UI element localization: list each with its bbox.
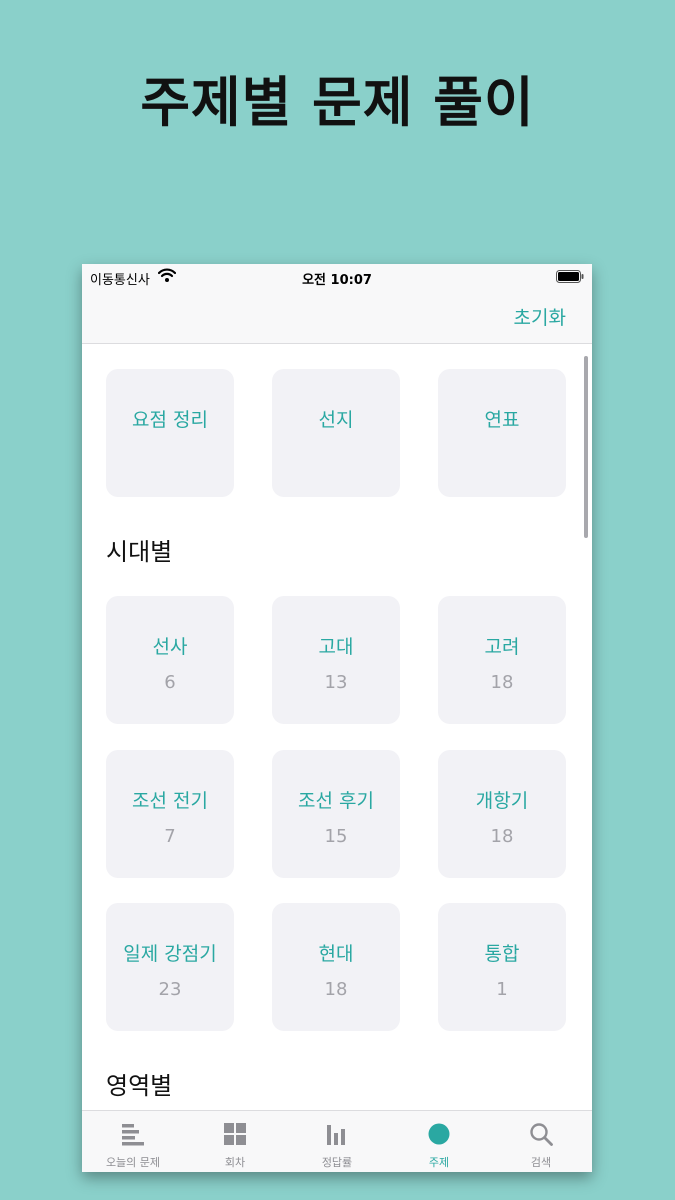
tile-era-integrated[interactable]: 통합 1: [438, 903, 566, 1031]
tile-summary[interactable]: 요점 정리: [106, 369, 234, 497]
magnifier-icon: [530, 1123, 553, 1146]
reset-button[interactable]: 초기화: [514, 303, 566, 330]
tile-label: 고대: [318, 636, 354, 658]
status-bar: 이동통신사 오전 10:07: [82, 264, 592, 290]
tile-label: 조선 후기: [298, 790, 374, 812]
tile-choices[interactable]: 선지: [272, 369, 400, 497]
status-time: 오전 10:07: [302, 273, 372, 288]
tab-bar: 오늘의 문제 회차 정답률 주제 검색: [82, 1110, 592, 1172]
tile-count: 23: [158, 979, 182, 1000]
tab-rounds[interactable]: 회차: [184, 1111, 286, 1172]
tab-today-question[interactable]: 오늘의 문제: [82, 1111, 184, 1172]
promo-title: 주제별 문제 풀이: [140, 71, 535, 134]
tab-accuracy[interactable]: 정답률: [286, 1111, 388, 1172]
phone-screen: 이동통신사 오전 10:07 초기화 요점 정리 선지 연표 시대별 선사 6: [82, 264, 592, 1172]
tile-era-goryeo[interactable]: 고려 18: [438, 596, 566, 724]
scrollbar-thumb[interactable]: [584, 356, 588, 538]
tile-era-colonial[interactable]: 일제 강점기 23: [106, 903, 234, 1031]
bar-chart-icon: [327, 1125, 345, 1145]
section-header-era: 시대별: [106, 538, 173, 566]
tab-search[interactable]: 검색: [490, 1111, 592, 1172]
tile-era-early-joseon[interactable]: 조선 전기 7: [106, 750, 234, 878]
tab-label: 오늘의 문제: [105, 1156, 161, 1169]
tile-label: 선사: [152, 636, 188, 658]
tile-count: 6: [164, 672, 176, 693]
tile-era-ancient[interactable]: 고대 13: [272, 596, 400, 724]
grid-icon: [224, 1123, 246, 1145]
tile-count: 18: [324, 979, 348, 1000]
tab-label: 회차: [224, 1156, 246, 1169]
list-bars-icon: [122, 1124, 144, 1146]
tile-era-opening-ports[interactable]: 개항기 18: [438, 750, 566, 878]
tile-timeline[interactable]: 연표: [438, 369, 566, 497]
topic-scroll-view[interactable]: 요점 정리 선지 연표 시대별 선사 6 고대 13 고려 18 조선 전기 7…: [82, 344, 592, 1110]
tile-label: 조선 전기: [132, 790, 208, 812]
tab-label: 정답률: [321, 1156, 353, 1169]
tile-count: 13: [324, 672, 348, 693]
tile-label: 요점 정리: [132, 409, 208, 431]
tile-count: 7: [164, 826, 176, 847]
tile-count: 15: [324, 826, 348, 847]
tile-label: 고려: [484, 636, 520, 658]
tile-era-prehistoric[interactable]: 선사 6: [106, 596, 234, 724]
battery-icon: [556, 270, 584, 283]
tile-label: 현대: [318, 943, 354, 965]
tile-count: 18: [490, 826, 514, 847]
tile-label: 개항기: [475, 790, 529, 812]
navigation-bar: 초기화: [82, 290, 592, 344]
tile-count: 1: [496, 979, 508, 1000]
tile-label: 통합: [484, 943, 520, 965]
tab-label: 검색: [530, 1156, 552, 1169]
tab-topic[interactable]: 주제: [388, 1111, 490, 1172]
tile-label: 선지: [318, 409, 354, 431]
tab-label: 주제: [428, 1156, 450, 1169]
section-header-field: 영역별: [106, 1072, 173, 1100]
tile-label: 연표: [484, 409, 520, 431]
tile-era-modern[interactable]: 현대 18: [272, 903, 400, 1031]
tile-count: 18: [490, 672, 514, 693]
tile-era-late-joseon[interactable]: 조선 후기 15: [272, 750, 400, 878]
circle-icon: [428, 1123, 450, 1145]
tile-label: 일제 강점기: [123, 943, 217, 965]
